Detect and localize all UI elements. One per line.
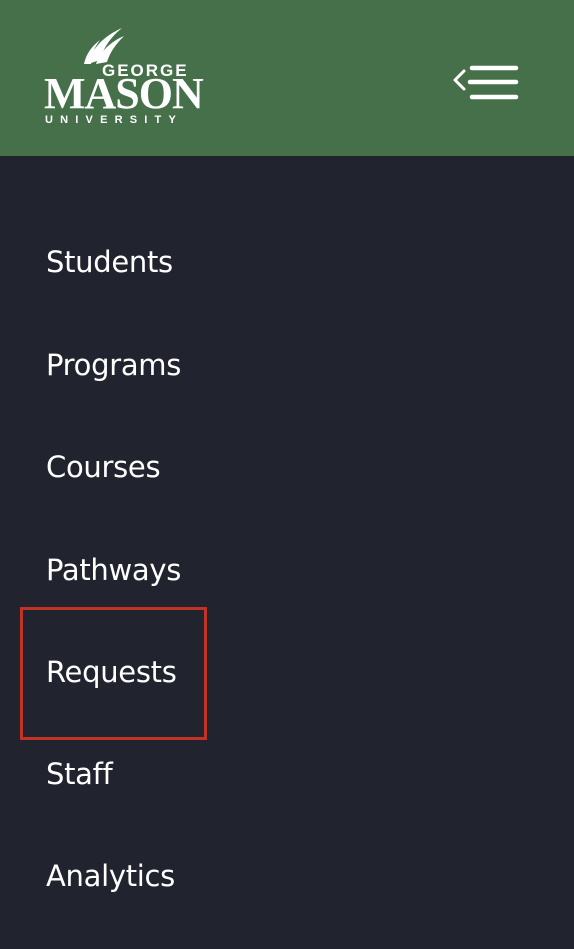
nav-item-programs[interactable]: Programs [46,335,181,395]
collapse-menu-icon [453,65,519,100]
nav-item-staff[interactable]: Staff [46,744,113,804]
nav-item-label: Staff [46,757,113,791]
university-logo[interactable]: GEORGE MASON UNIVERSITY [44,26,204,130]
nav-item-label: Programs [46,348,182,382]
nav-item-label: Courses [46,450,161,484]
nav-item-label: Analytics [46,859,175,893]
app-header: GEORGE MASON UNIVERSITY [0,0,574,156]
logo-university-text: UNIVERSITY [45,114,184,126]
nav-item-requests[interactable]: Requests [46,642,177,702]
flame-icon [84,28,124,64]
logo-mason-text: MASON [44,69,204,118]
nav-item-label: Pathways [46,553,182,587]
nav-item-label: Requests [46,655,177,689]
nav-item-students[interactable]: Students [46,232,173,292]
nav-item-courses[interactable]: Courses [46,437,161,497]
nav-item-pathways[interactable]: Pathways [46,540,181,600]
nav-item-analytics[interactable]: Analytics [46,846,175,906]
nav-item-label: Students [46,245,173,279]
menu-toggle-button[interactable] [448,62,524,106]
